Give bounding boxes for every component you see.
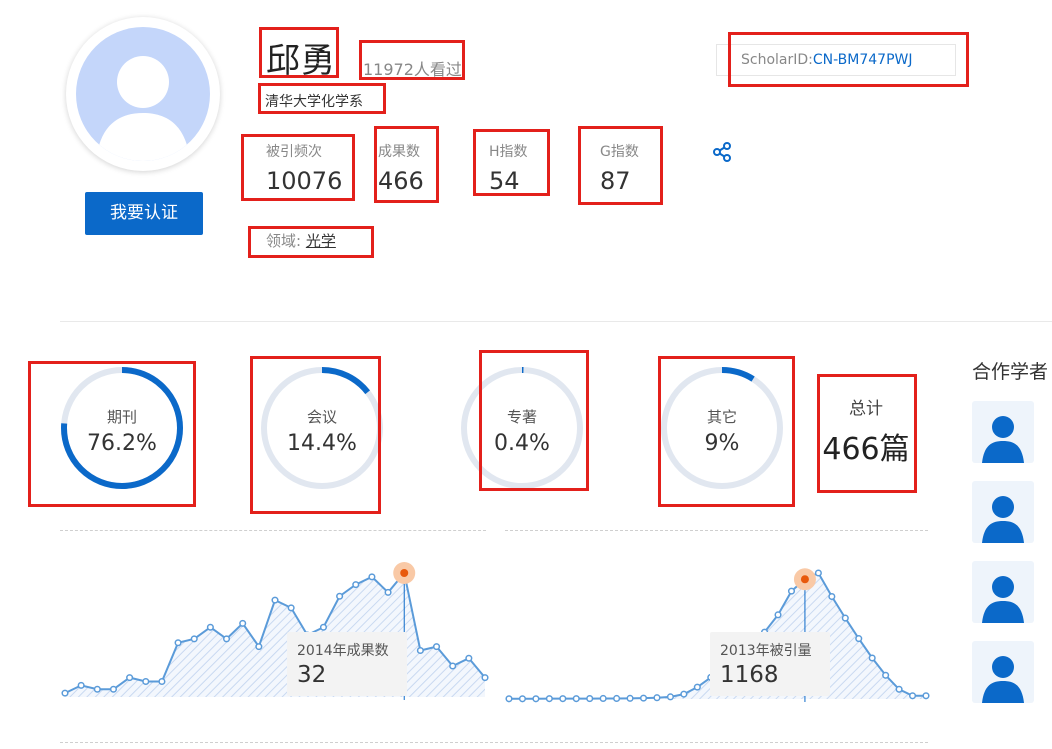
data-point[interactable] <box>432 643 441 651</box>
data-point[interactable] <box>126 674 134 682</box>
data-point[interactable] <box>465 654 473 662</box>
data-point[interactable] <box>319 623 328 631</box>
data-point[interactable] <box>613 694 621 703</box>
verify-button[interactable]: 我要认证 <box>85 192 203 235</box>
data-point[interactable] <box>271 596 279 604</box>
chart-tooltip: 2013年被引量 1168 <box>710 632 830 696</box>
data-point[interactable] <box>239 619 247 627</box>
data-point[interactable] <box>774 611 782 619</box>
data-point[interactable] <box>449 662 457 670</box>
data-point[interactable] <box>222 635 231 643</box>
data-point[interactable] <box>559 695 567 703</box>
user-icon <box>982 576 1024 623</box>
highlight-box <box>28 361 196 507</box>
data-point[interactable] <box>680 690 688 698</box>
share-icon[interactable] <box>712 142 732 166</box>
data-point[interactable] <box>352 581 360 589</box>
data-point[interactable] <box>868 654 876 662</box>
data-point[interactable] <box>336 592 344 600</box>
highlight-box <box>259 27 339 78</box>
data-point[interactable] <box>416 646 424 655</box>
data-point[interactable] <box>895 685 903 693</box>
data-point[interactable] <box>693 683 701 691</box>
user-icon <box>982 416 1024 463</box>
data-point[interactable] <box>666 693 674 701</box>
data-point[interactable] <box>908 692 917 700</box>
data-point[interactable] <box>882 671 890 679</box>
data-point[interactable] <box>142 677 150 686</box>
coauthor-avatar[interactable] <box>972 561 1034 623</box>
data-point[interactable] <box>855 635 863 643</box>
data-point[interactable] <box>384 588 392 596</box>
data-point[interactable] <box>572 695 580 703</box>
data-point[interactable] <box>828 592 836 601</box>
data-point[interactable] <box>206 623 214 631</box>
data-point[interactable] <box>255 643 263 651</box>
coauthor-avatar[interactable] <box>972 481 1034 543</box>
data-point[interactable] <box>61 689 69 697</box>
data-point[interactable] <box>626 694 634 702</box>
data-point[interactable] <box>174 639 182 647</box>
data-point[interactable] <box>841 614 849 622</box>
data-point[interactable] <box>532 695 540 703</box>
data-point[interactable] <box>77 681 85 689</box>
tooltip-label: 2014年成果数 <box>297 643 389 659</box>
highlight-box <box>250 356 381 514</box>
avatar-placeholder-icon <box>76 27 210 161</box>
user-icon <box>982 656 1024 703</box>
highlight-box <box>241 134 355 201</box>
highlight-point[interactable] <box>800 575 809 584</box>
data-point[interactable] <box>368 573 376 581</box>
highlight-box <box>374 126 439 203</box>
highlight-box <box>479 350 589 491</box>
data-point[interactable] <box>586 695 594 703</box>
data-point[interactable] <box>481 674 489 682</box>
highlight-box <box>473 129 550 196</box>
highlight-box <box>258 83 386 114</box>
data-point[interactable] <box>505 695 513 703</box>
data-point[interactable] <box>545 695 553 703</box>
highlight-box <box>728 32 969 87</box>
coauthor-avatar[interactable] <box>972 401 1034 463</box>
data-point[interactable] <box>653 694 661 702</box>
divider <box>60 742 928 743</box>
data-point[interactable] <box>287 604 295 612</box>
data-point[interactable] <box>639 694 648 702</box>
tooltip-value: 1168 <box>720 662 779 688</box>
highlight-box <box>658 356 795 507</box>
data-point[interactable] <box>787 587 796 595</box>
data-point[interactable] <box>190 635 198 643</box>
divider <box>505 530 928 531</box>
avatar <box>66 17 220 171</box>
outputs-trend-chart[interactable] <box>60 545 490 710</box>
highlight-box <box>359 40 465 80</box>
divider <box>60 321 1052 322</box>
tooltip-label: 2013年被引量 <box>720 643 812 659</box>
chart-tooltip: 2014年成果数 32 <box>287 632 407 696</box>
coauthors-title: 合作学者 <box>972 361 1049 383</box>
data-point[interactable] <box>599 694 607 703</box>
divider <box>60 530 486 531</box>
data-point[interactable] <box>109 685 118 693</box>
highlight-box <box>248 226 374 258</box>
highlight-point[interactable] <box>400 569 409 577</box>
data-point[interactable] <box>93 685 101 693</box>
data-point[interactable] <box>518 695 527 703</box>
data-point[interactable] <box>814 569 822 577</box>
tooltip-value: 32 <box>297 662 327 688</box>
data-point[interactable] <box>158 677 166 686</box>
highlight-box <box>578 126 663 205</box>
user-icon <box>982 496 1024 543</box>
highlight-box <box>817 374 917 493</box>
data-point[interactable] <box>922 692 930 700</box>
coauthor-avatar[interactable] <box>972 641 1034 703</box>
